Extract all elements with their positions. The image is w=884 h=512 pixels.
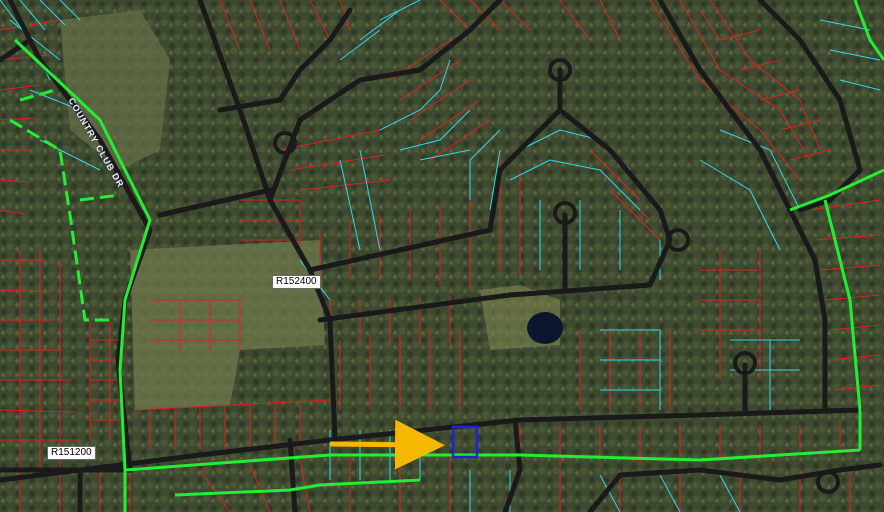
map-view[interactable]: R152400 R151200 COUNTRY CLUB DR xyxy=(0,0,884,512)
parcel-label-r151200: R151200 xyxy=(47,446,96,460)
map-canvas xyxy=(0,0,884,512)
pond xyxy=(527,312,563,344)
parcel-label-r152400: R152400 xyxy=(272,275,321,289)
arrow-icon xyxy=(329,419,445,470)
